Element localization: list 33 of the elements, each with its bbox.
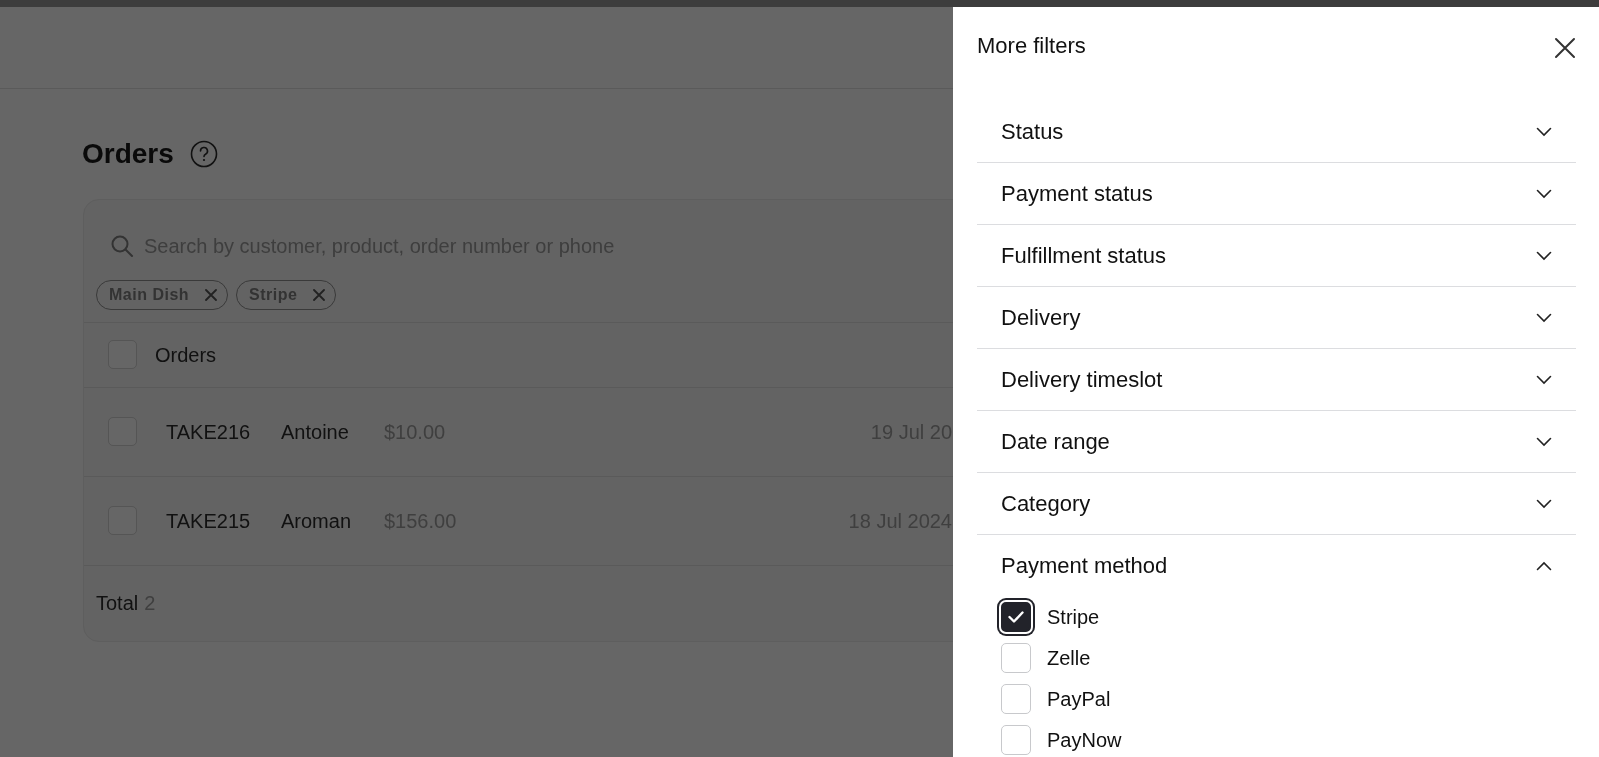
remove-icon: [205, 288, 218, 301]
filter-section-header[interactable]: Payment method: [977, 535, 1576, 596]
customer-name: Aroman: [281, 508, 353, 534]
option-label: Zelle: [1047, 645, 1091, 671]
option-label: Stripe: [1047, 604, 1100, 630]
filter-section-header[interactable]: Date range: [977, 411, 1576, 472]
filter-section-header[interactable]: Payment status: [977, 163, 1576, 224]
filter-section-header[interactable]: Delivery timeslot: [977, 349, 1576, 410]
search-icon: [110, 233, 134, 258]
chevron-icon: [1536, 188, 1552, 199]
close-button[interactable]: [1554, 35, 1576, 57]
option-label: PayNow: [1047, 727, 1122, 753]
chevron-icon: [1536, 312, 1552, 323]
chevron-icon: [1536, 498, 1552, 509]
check-icon: [1008, 610, 1024, 623]
customer-name: Antoine: [281, 419, 350, 445]
total-label: Total: [96, 591, 139, 617]
chevron-icon: [1536, 374, 1552, 385]
remove-icon: [313, 288, 326, 301]
option-label: PayPal: [1047, 686, 1111, 712]
chevron-icon: [1536, 436, 1552, 447]
filter-section-header[interactable]: Delivery: [977, 287, 1576, 348]
help-icon[interactable]: [189, 139, 218, 168]
panel-title: More filters: [977, 32, 1086, 60]
chevron-icon: [1536, 126, 1552, 137]
filter-section-header[interactable]: Fulfillment status: [977, 225, 1576, 286]
chevron-icon: [1536, 560, 1552, 571]
column-header: Orders: [155, 342, 217, 368]
page-title: Orders: [82, 137, 174, 171]
filter-section-header[interactable]: Status: [977, 101, 1576, 162]
chevron-icon: [1536, 250, 1552, 261]
close-icon: [1554, 36, 1576, 59]
filter-section-header[interactable]: Category: [977, 473, 1576, 534]
